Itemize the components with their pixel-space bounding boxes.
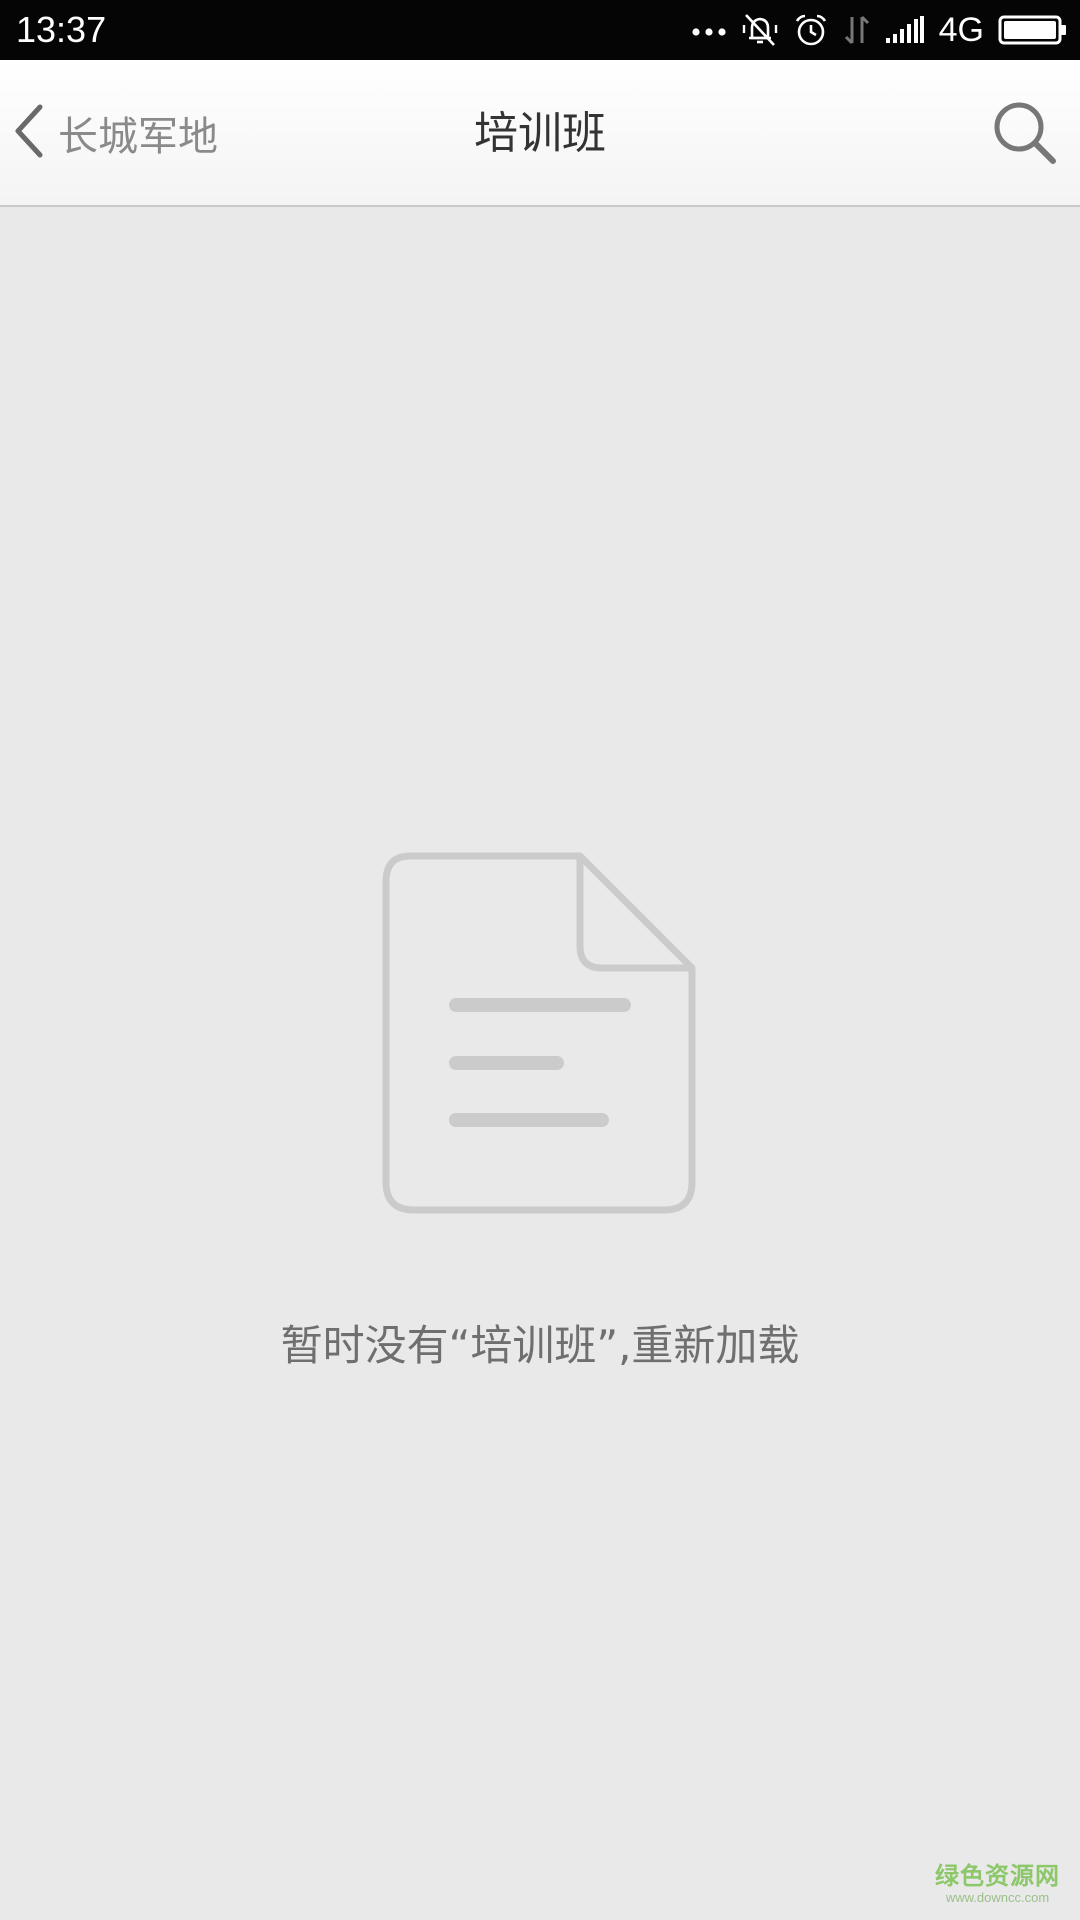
battery-icon	[998, 14, 1068, 46]
status-bar: 13:37 4G	[0, 0, 1080, 60]
document-icon	[380, 852, 700, 1214]
status-time: 13:37	[16, 9, 107, 50]
reload-message[interactable]: 暂时没有“培训班”,重新加载	[0, 1318, 1080, 1374]
status-icons: 4G	[677, 0, 1068, 60]
network-type: 4G	[938, 10, 984, 49]
vibrate-off-icon	[741, 11, 779, 49]
watermark: 绿色资源网 www.downcc.com	[935, 1862, 1060, 1906]
signal-icon	[885, 16, 925, 44]
search-icon	[990, 102, 1058, 170]
data-transfer-icon	[843, 13, 871, 47]
page-title: 培训班	[474, 108, 606, 159]
search-button[interactable]	[990, 98, 1058, 166]
nav-bar: 长城军地 培训班	[0, 60, 1080, 207]
more-dots-icon	[691, 23, 727, 37]
watermark-url: www.downcc.com	[945, 1890, 1050, 1905]
watermark-name: 绿色资源网	[935, 1862, 1060, 1890]
alarm-icon	[793, 12, 829, 48]
